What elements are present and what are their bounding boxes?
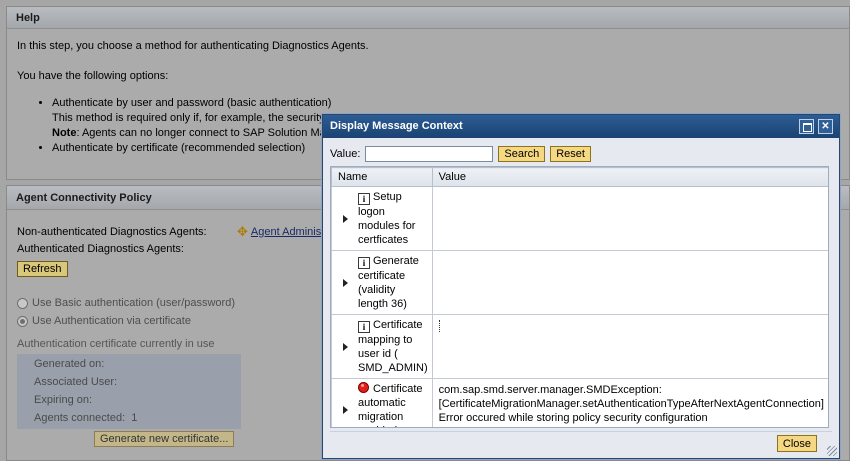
error-icon (358, 382, 369, 393)
message-context-dialog: Display Message Context ✕ Value: Search … (322, 114, 840, 459)
column-header-name[interactable]: Name (331, 167, 433, 187)
dialog-titlebar[interactable]: Display Message Context ✕ (323, 115, 839, 138)
error-message: com.sap.smd.server.manager.SMDException:… (431, 378, 828, 427)
authenticated-label: Authenticated Diagnostics Agents: (17, 243, 184, 255)
help-intro: In this step, you choose a method for au… (17, 40, 369, 52)
associated-user-label: Associated User: (34, 376, 118, 388)
expand-caret-icon[interactable] (343, 406, 348, 414)
maximize-icon[interactable] (799, 119, 814, 134)
expand-caret-icon[interactable] (343, 342, 348, 351)
agents-connected-value: 1 (131, 412, 138, 424)
radio-certificate-label: Use Authentication via certificate (32, 315, 191, 327)
radio-basic-indicator[interactable] (17, 297, 28, 309)
search-button[interactable]: Search (498, 146, 546, 162)
reset-button[interactable]: Reset (550, 146, 591, 162)
search-bar: Value: Search Reset (330, 146, 591, 162)
non-authenticated-label: Non-authenticated Diagnostics Agents: (17, 226, 207, 238)
help-panel-title: Help (7, 7, 849, 29)
close-button[interactable]: Close (776, 435, 817, 452)
radio-basic-auth[interactable]: Use Basic authentication (user/password) (17, 297, 235, 309)
info-icon: i (358, 193, 370, 205)
radio-certificate-auth[interactable]: Use Authentication via certificate (17, 315, 191, 327)
resize-grip-icon[interactable] (827, 446, 837, 456)
column-header-value[interactable]: Value (431, 167, 828, 187)
expiring-on-label: Expiring on: (34, 394, 93, 406)
help-options-intro: You have the following options: (17, 70, 169, 82)
table-row[interactable]: i Setup logon modules for certficates (331, 186, 828, 251)
text-cursor (438, 320, 440, 332)
note-text: : Agents can no longer connect to SAP So… (76, 127, 326, 139)
cert-heading: Authentication certificate currently in … (17, 338, 215, 350)
agent-admin-icon: ✥ (237, 224, 248, 239)
help-options-list: Authenticate by user and password (basic… (17, 96, 839, 111)
agents-connected: Agents connected: 1 (34, 412, 138, 424)
generated-on-label: Generated on: (34, 358, 105, 370)
dialog-divider (330, 431, 832, 432)
close-icon[interactable]: ✕ (818, 119, 833, 134)
info-icon: i (358, 321, 370, 333)
generate-certificate-button[interactable]: Generate new certificate... (94, 431, 235, 447)
agent-admin-link[interactable]: ✥ Agent Adminis (237, 224, 321, 239)
refresh-button[interactable]: Refresh (17, 261, 68, 277)
table-row[interactable]: i Certificate mapping to user id ( SMD_AD… (331, 314, 828, 379)
dialog-title: Display Message Context (330, 120, 463, 132)
help-option-basic: Authenticate by user and password (basic… (52, 96, 839, 111)
table-row[interactable]: i Generate certificate (validity length 3… (331, 250, 828, 315)
radio-certificate-indicator[interactable] (17, 315, 28, 327)
radio-basic-label: Use Basic authentication (user/password) (32, 297, 235, 309)
info-icon: i (358, 257, 370, 269)
expand-caret-icon[interactable] (343, 214, 348, 223)
value-label: Value: (330, 148, 361, 160)
note-label: Note (52, 127, 77, 139)
certificate-info-box: Generated on: Associated User: Expiring … (17, 354, 241, 429)
expand-caret-icon[interactable] (343, 278, 348, 287)
agent-admin-link-text[interactable]: Agent Adminis (251, 226, 321, 238)
table-row[interactable]: Certificate automatic migration enabled … (331, 378, 828, 427)
message-table: Name Value i Setup logon modules for cert… (330, 166, 829, 428)
value-search-input[interactable] (365, 146, 494, 162)
